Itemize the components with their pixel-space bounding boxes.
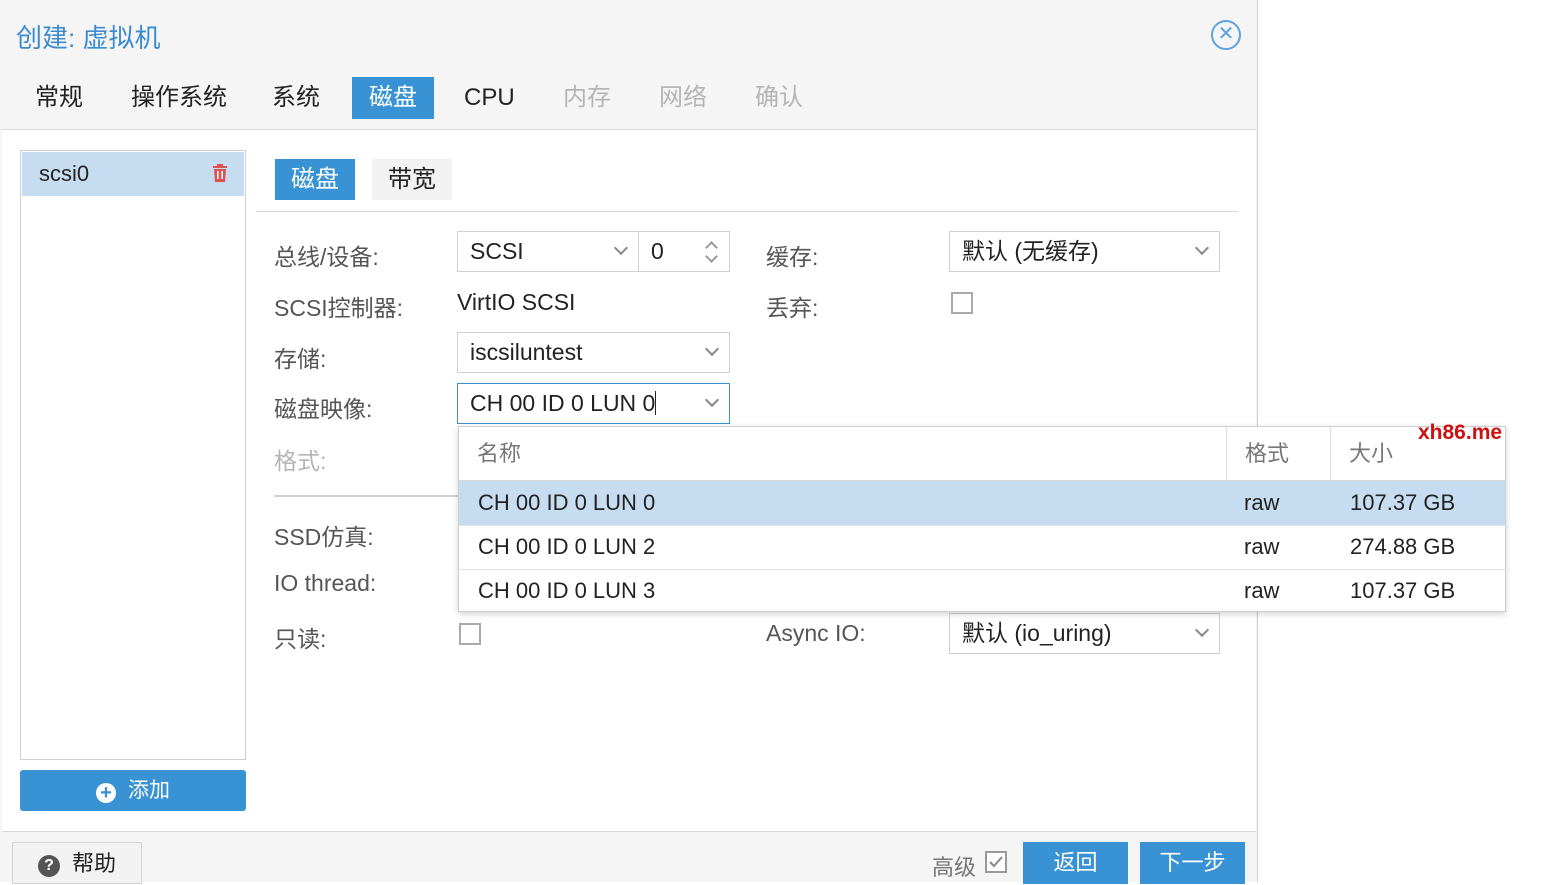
add-disk-label: 添加 xyxy=(128,779,170,802)
async-io-select-value: 默认 (io_uring) xyxy=(962,620,1112,646)
tab-system[interactable]: 系统 xyxy=(255,77,337,119)
dialog-title: 创建: 虚拟机 xyxy=(16,23,161,53)
disk-image-select[interactable]: CH 00 ID 0 LUN 0 xyxy=(457,383,730,424)
row-name: CH 00 ID 0 LUN 0 xyxy=(478,490,656,515)
discard-checkbox[interactable] xyxy=(951,292,973,314)
text-caret xyxy=(655,391,657,415)
next-button[interactable]: 下一步 xyxy=(1140,842,1245,884)
tab-disk[interactable]: 磁盘 xyxy=(352,77,434,119)
tab-general[interactable]: 常规 xyxy=(18,77,100,119)
row-format: raw xyxy=(1244,490,1280,515)
close-icon[interactable]: ✕ xyxy=(1211,20,1241,50)
disk-list-item[interactable]: scsi0 xyxy=(22,152,244,196)
scsi-controller-label: SCSI控制器: xyxy=(274,295,404,321)
chevron-down-icon xyxy=(613,240,629,256)
help-label: 帮助 xyxy=(71,851,116,876)
disk-image-label: 磁盘映像: xyxy=(274,396,373,422)
cache-select-value: 默认 (无缓存) xyxy=(962,238,1099,264)
row-format: raw xyxy=(1244,578,1280,603)
dropdown-header: 名称 格式 大小 xyxy=(459,427,1505,481)
chevron-down-icon xyxy=(704,341,720,357)
cache-select[interactable]: 默认 (无缓存) xyxy=(949,231,1220,272)
storage-select[interactable]: iscsiluntest xyxy=(457,332,730,373)
row-name: CH 00 ID 0 LUN 3 xyxy=(478,578,656,603)
row-format: raw xyxy=(1244,534,1280,559)
help-icon: ? xyxy=(37,855,60,877)
watermark-text: xh86.me xyxy=(1418,421,1503,444)
column-header-format[interactable]: 格式 xyxy=(1227,427,1331,480)
bus-select[interactable]: SCSI xyxy=(457,231,639,272)
tab-memory: 内存 xyxy=(563,84,611,111)
spin-down-icon[interactable] xyxy=(705,250,718,263)
bus-device-label: 总线/设备: xyxy=(274,244,379,270)
advanced-label: 高级 xyxy=(932,855,977,880)
disk-list: scsi0 xyxy=(20,150,246,760)
tab-cpu[interactable]: CPU xyxy=(447,77,532,119)
tab-confirm: 确认 xyxy=(755,84,803,111)
subtab-bandwidth[interactable]: 带宽 xyxy=(372,159,452,200)
storage-select-value: iscsiluntest xyxy=(470,339,583,365)
async-io-label: Async IO: xyxy=(766,620,866,646)
async-io-select[interactable]: 默认 (io_uring) xyxy=(949,613,1220,654)
row-size: 107.37 GB xyxy=(1350,578,1456,603)
row-size: 107.37 GB xyxy=(1350,490,1456,515)
storage-label: 存储: xyxy=(274,346,327,372)
table-row[interactable]: CH 00 ID 0 LUN 2 raw 274.88 GB xyxy=(459,525,1505,570)
scsi-controller-value: VirtIO SCSI xyxy=(457,289,576,315)
io-thread-label: IO thread: xyxy=(274,570,377,596)
row-size: 274.88 GB xyxy=(1350,534,1456,559)
back-button[interactable]: 返回 xyxy=(1023,842,1128,884)
subtab-divider xyxy=(256,211,1238,212)
column-header-name[interactable]: 名称 xyxy=(459,427,1227,480)
readonly-label: 只读: xyxy=(274,626,327,652)
tab-os[interactable]: 操作系统 xyxy=(114,77,244,119)
add-disk-button[interactable]: + 添加 xyxy=(20,770,246,811)
table-row[interactable]: CH 00 ID 0 LUN 3 raw 107.37 GB xyxy=(459,569,1505,611)
device-number-spinner[interactable]: 0 xyxy=(638,231,730,272)
tab-network: 网络 xyxy=(659,84,707,111)
chevron-down-icon xyxy=(1194,240,1210,256)
chevron-down-icon xyxy=(704,392,720,408)
help-button[interactable]: ? 帮助 xyxy=(12,842,142,884)
plus-circle-icon: + xyxy=(96,783,116,803)
check-icon xyxy=(989,856,1003,868)
chevron-down-icon xyxy=(1194,622,1210,638)
device-number-value: 0 xyxy=(651,238,664,264)
section-divider xyxy=(274,495,459,497)
subtab-disk[interactable]: 磁盘 xyxy=(275,159,355,200)
bus-select-value: SCSI xyxy=(470,238,524,264)
row-name: CH 00 ID 0 LUN 2 xyxy=(478,534,656,559)
discard-label: 丢弃: xyxy=(766,295,819,321)
advanced-checkbox[interactable] xyxy=(985,851,1007,873)
ssd-emulation-label: SSD仿真: xyxy=(274,524,374,550)
readonly-checkbox[interactable] xyxy=(459,623,481,645)
trash-icon[interactable] xyxy=(212,164,228,182)
table-row[interactable]: CH 00 ID 0 LUN 0 raw 107.37 GB xyxy=(459,481,1505,526)
disk-image-select-value: CH 00 ID 0 LUN 0 xyxy=(470,390,656,416)
format-label: 格式: xyxy=(274,448,327,474)
cache-label: 缓存: xyxy=(766,244,819,270)
disk-item-label: scsi0 xyxy=(39,161,90,186)
disk-image-dropdown: 名称 格式 大小 CH 00 ID 0 LUN 0 raw 107.37 GB … xyxy=(458,426,1506,612)
